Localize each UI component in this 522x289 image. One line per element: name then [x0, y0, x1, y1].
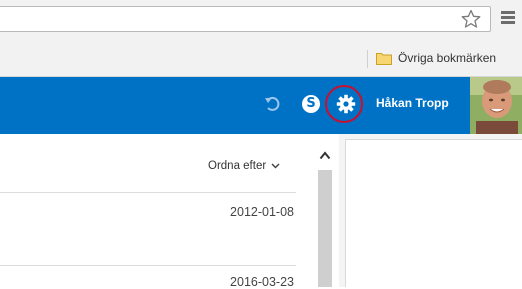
avatar[interactable] — [470, 77, 522, 134]
list-scrollbar[interactable] — [314, 134, 336, 287]
sort-button[interactable]: Ordna efter — [208, 160, 280, 172]
skype-icon[interactable]: S — [302, 95, 320, 113]
undo-icon[interactable] — [263, 94, 283, 114]
app-header: S Håkan Tropp — [0, 77, 522, 134]
bookmarks-divider — [367, 50, 368, 68]
scroll-up-icon[interactable] — [319, 151, 331, 160]
message-date: 2012-01-08 — [230, 205, 294, 219]
highlight-circle — [325, 85, 363, 123]
other-bookmarks-folder[interactable]: Övriga bokmärken — [376, 48, 496, 68]
chevron-down-icon — [271, 163, 280, 169]
browser-toolbar — [0, 0, 522, 40]
row-divider — [0, 192, 296, 193]
reading-pane-body — [345, 139, 522, 287]
reading-pane — [339, 134, 522, 287]
address-bar[interactable] — [0, 6, 491, 32]
message-list: Ordna efter 2012-01-08 2016-03-23 — [0, 134, 312, 289]
scroll-thumb[interactable] — [318, 170, 332, 287]
browser-menu-icon[interactable] — [500, 11, 516, 27]
other-bookmarks-label: Övriga bokmärken — [398, 51, 497, 65]
folder-icon — [376, 52, 392, 65]
bookmark-star-icon[interactable] — [460, 9, 482, 29]
bookmarks-bar: Övriga bokmärken — [0, 40, 522, 77]
row-divider — [0, 265, 296, 266]
user-name[interactable]: Håkan Tropp — [376, 96, 449, 110]
sort-label: Ordna efter — [208, 160, 267, 172]
avatar-photo — [470, 77, 522, 134]
